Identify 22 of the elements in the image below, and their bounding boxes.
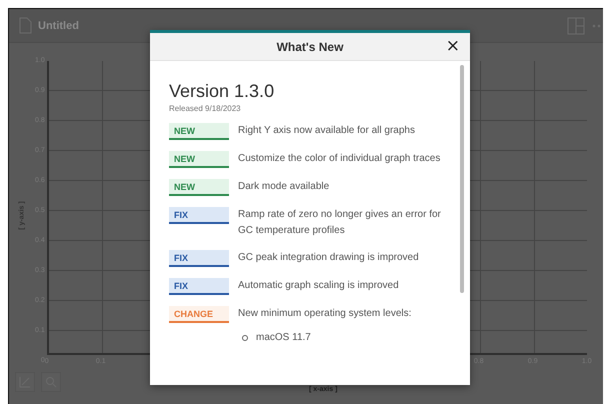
change-tag: FIX bbox=[169, 278, 229, 295]
dialog-title: What's New bbox=[276, 40, 344, 54]
more-icon[interactable] bbox=[591, 22, 603, 28]
change-description: Ramp rate of zero no longer gives an error for GC temperature profiles bbox=[238, 208, 442, 238]
close-button[interactable]: × bbox=[444, 37, 462, 55]
bullet-icon bbox=[242, 335, 248, 341]
change-tag: NEW bbox=[169, 151, 229, 168]
bullet-text: macOS 11.7 bbox=[256, 331, 312, 345]
change-tag: NEW bbox=[169, 123, 229, 140]
change-description: Right Y axis now available for all graphs bbox=[238, 124, 416, 138]
version-heading: Version 1.3.0 bbox=[169, 81, 276, 102]
scrollbar[interactable] bbox=[460, 65, 464, 293]
change-tag: FIX bbox=[169, 207, 229, 224]
change-tag: FIX bbox=[169, 250, 229, 267]
change-description: New minimum operating system levels: bbox=[238, 307, 412, 321]
change-description: Customize the color of individual graph traces bbox=[238, 152, 442, 166]
change-description: GC peak integration drawing is improved bbox=[238, 251, 420, 265]
change-tag: NEW bbox=[169, 179, 229, 196]
change-tag: CHANGE bbox=[169, 306, 229, 323]
release-date: Released 9/18/2023 bbox=[169, 104, 242, 113]
change-description: Automatic graph scaling is improved bbox=[238, 279, 400, 293]
change-description: Dark mode available bbox=[238, 180, 330, 194]
